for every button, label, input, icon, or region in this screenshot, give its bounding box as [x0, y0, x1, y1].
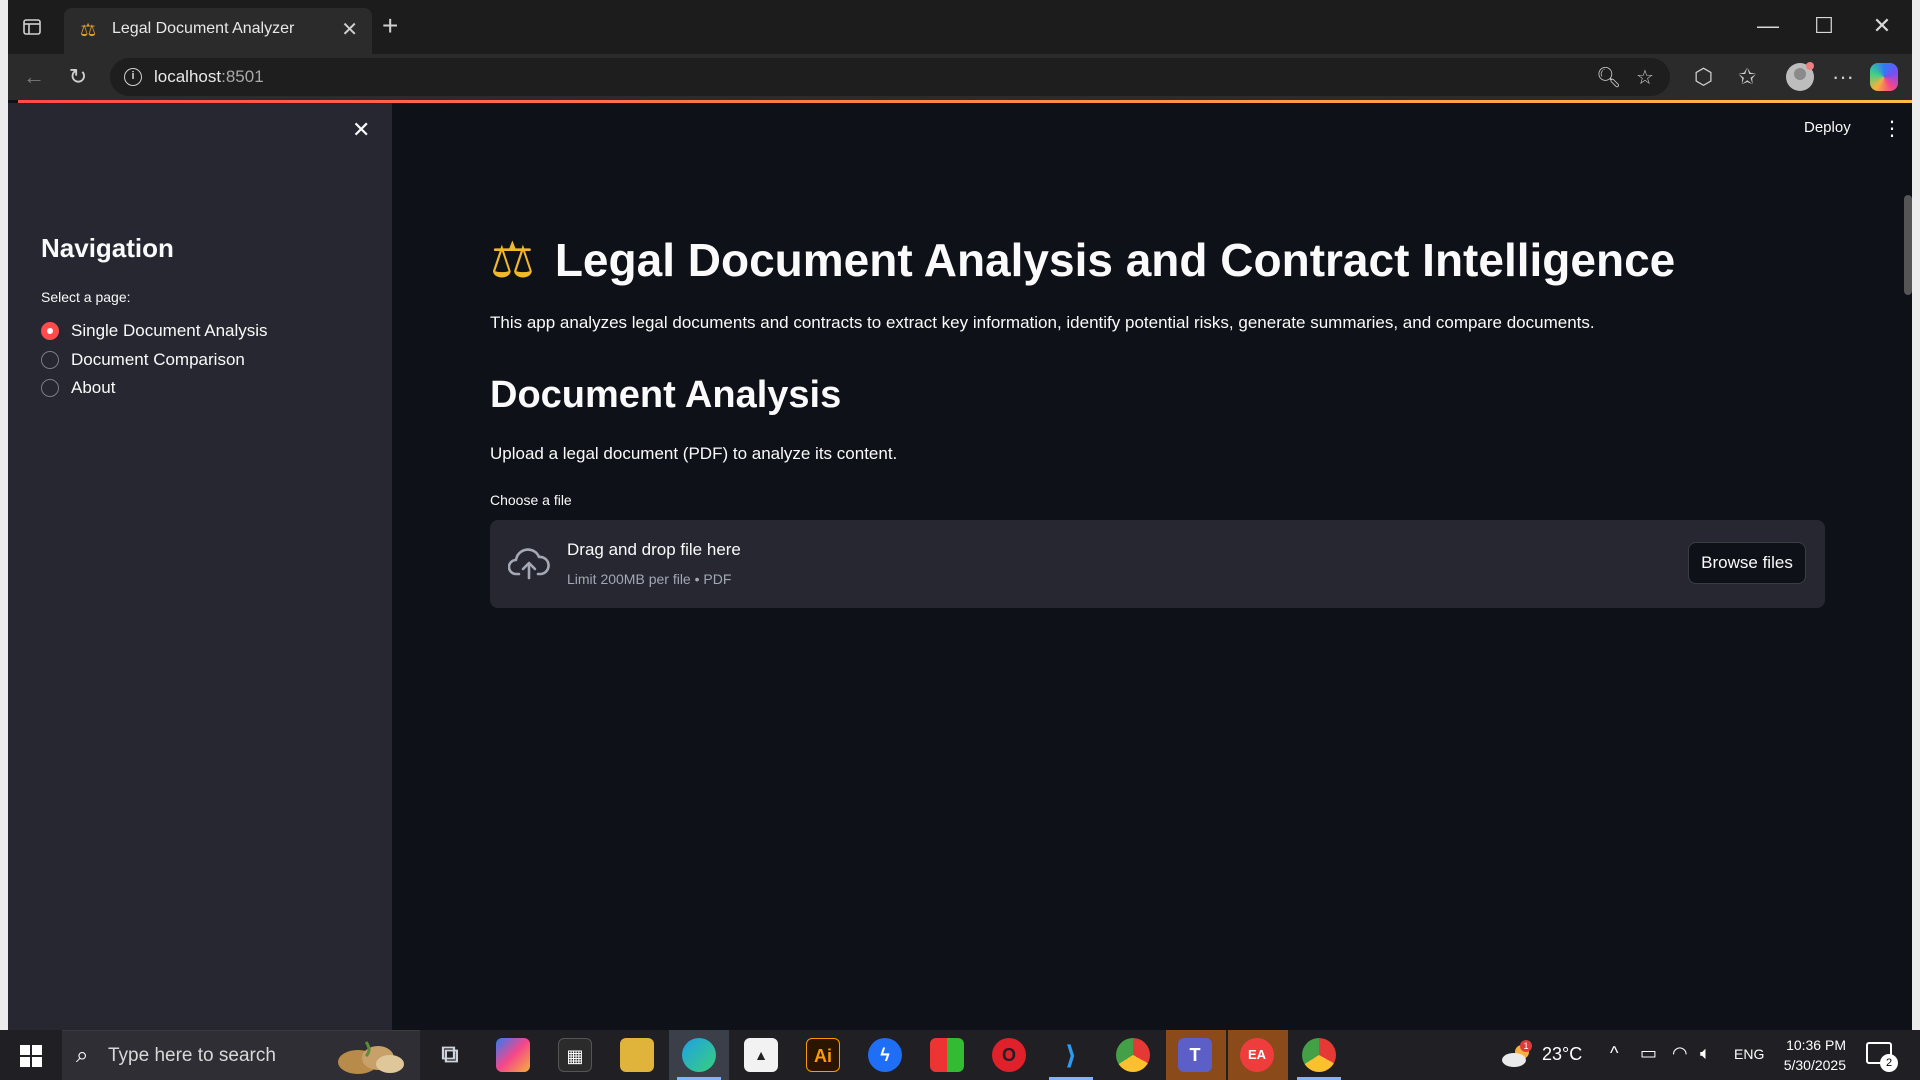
file-uploader-label: Choose a file — [490, 492, 572, 508]
temperature[interactable]: 23°C — [1542, 1044, 1582, 1065]
site-info-icon[interactable]: i — [124, 68, 142, 86]
cloud-upload-icon — [508, 548, 550, 580]
address-bar[interactable]: i localhost:8501 🔍︎ ☆ — [110, 58, 1670, 96]
scales-favicon-icon: ⚖ — [80, 20, 97, 40]
deploy-button[interactable]: Deploy — [1804, 119, 1851, 136]
profile-badge — [1806, 62, 1814, 70]
volume-icon[interactable]: 🔈︎ — [1700, 1043, 1711, 1064]
language-indicator[interactable]: ENG — [1734, 1046, 1764, 1062]
minimize-icon[interactable]: — — [1748, 12, 1788, 42]
clock-date: 5/30/2025 — [1783, 1057, 1846, 1073]
search-highlight-art-icon — [338, 1041, 404, 1074]
edge-icon[interactable] — [682, 1038, 716, 1072]
multicolor-app-icon[interactable] — [930, 1038, 964, 1072]
tab-actions-icon[interactable] — [22, 17, 42, 37]
intro-text: This app analyzes legal documents and co… — [490, 313, 1595, 332]
close-tab-icon[interactable]: ✕ — [341, 20, 358, 40]
ea-app-icon[interactable]: EA — [1240, 1038, 1274, 1072]
close-window-icon[interactable]: ✕ — [1862, 12, 1902, 42]
vscode-icon[interactable]: ⟩ — [1054, 1038, 1088, 1072]
zoom-icon[interactable]: 🔍︎ — [1596, 65, 1621, 90]
store-icon[interactable]: ▦ — [558, 1038, 592, 1072]
wifi-icon[interactable]: ◠ — [1672, 1043, 1688, 1064]
show-hidden-icons-icon[interactable]: ^ — [1610, 1043, 1618, 1064]
more-menu-icon[interactable]: ··· — [1832, 63, 1854, 91]
extensions-icon[interactable]: ⬡ — [1694, 63, 1713, 91]
tab-title: Legal Document Analyzer — [112, 20, 295, 37]
search-icon: ⌕ — [76, 1042, 89, 1067]
clock[interactable]: 10:36 PM 5/30/2025 — [1776, 1035, 1846, 1075]
windows-start-icon[interactable] — [20, 1045, 42, 1067]
favorite-star-icon[interactable]: ☆ — [1636, 65, 1654, 90]
radio-selected-icon[interactable] — [41, 322, 59, 340]
file-explorer-icon[interactable] — [620, 1038, 654, 1072]
chrome-profile-icon[interactable] — [1302, 1038, 1336, 1072]
dropzone-limit: Limit 200MB per file • PDF — [567, 571, 732, 587]
page-title: Legal Document Analysis and Contract Int… — [554, 234, 1676, 286]
sidebar-heading: Navigation — [41, 233, 174, 263]
url-text[interactable]: localhost:8501 — [154, 67, 264, 87]
maximize-icon[interactable]: ☐ — [1804, 12, 1844, 42]
radio-single-document-analysis[interactable]: Single Document Analysis — [41, 319, 268, 343]
search-placeholder: Type here to search — [108, 1045, 276, 1066]
address-toolbar: ← ↻ i localhost:8501 🔍︎ ☆ ⬡ ✩ ··· — [8, 54, 1912, 100]
chrome-icon[interactable] — [1116, 1038, 1150, 1072]
close-sidebar-icon[interactable]: ✕ — [352, 117, 370, 143]
clock-time: 10:36 PM — [1786, 1037, 1846, 1053]
copilot-icon[interactable] — [1870, 63, 1898, 91]
favorites-icon[interactable]: ✩ — [1738, 63, 1756, 91]
back-icon[interactable]: ← — [20, 63, 48, 91]
sidebar: ✕ Navigation Select a page: Single Docum… — [8, 103, 392, 1030]
page-scrollbar[interactable] — [1904, 195, 1912, 295]
illustrator-icon[interactable]: Ai — [806, 1038, 840, 1072]
page-title-row: ⚖ Legal Document Analysis and Contract I… — [490, 232, 1675, 288]
notification-count: 2 — [1880, 1054, 1898, 1072]
radio-unselected-icon[interactable] — [41, 351, 59, 369]
dropzone-title: Drag and drop file here — [567, 540, 741, 559]
messenger-icon[interactable]: ϟ — [868, 1038, 902, 1072]
file-dropzone[interactable]: Drag and drop file here Limit 200MB per … — [490, 520, 1825, 608]
radio-label: Document Comparison — [71, 350, 245, 369]
browser-window: ⚖ Legal Document Analyzer ✕ + — ☐ ✕ ← ↻ … — [8, 0, 1912, 1030]
radio-label: Single Document Analysis — [71, 321, 268, 340]
section-heading: Document Analysis — [490, 374, 842, 416]
new-tab-icon[interactable]: + — [382, 12, 398, 40]
refresh-icon[interactable]: ↻ — [64, 63, 92, 91]
tab-strip: ⚖ Legal Document Analyzer ✕ + — ☐ ✕ — [8, 0, 1912, 54]
browse-files-button[interactable]: Browse files — [1688, 542, 1806, 584]
radio-document-comparison[interactable]: Document Comparison — [41, 348, 245, 372]
teams-icon[interactable]: T — [1178, 1038, 1212, 1072]
radio-about[interactable]: About — [41, 376, 115, 400]
select-page-label: Select a page: — [41, 289, 131, 305]
opera-icon[interactable]: O — [992, 1038, 1026, 1072]
task-view-icon[interactable]: ⧉ — [433, 1038, 467, 1072]
radio-unselected-icon[interactable] — [41, 379, 59, 397]
copilot-taskbar-icon[interactable] — [496, 1038, 530, 1072]
radio-label: About — [71, 378, 116, 397]
tab-legal-document-analyzer[interactable]: ⚖ Legal Document Analyzer ✕ — [64, 8, 372, 54]
app-icon[interactable]: ▲ — [744, 1038, 778, 1072]
battery-icon[interactable]: ▭ — [1640, 1043, 1657, 1064]
weather-alert-badge: 1 — [1520, 1040, 1532, 1052]
taskbar-search[interactable]: ⌕ Type here to search — [62, 1030, 420, 1080]
scales-icon: ⚖ — [490, 232, 535, 288]
upload-instructions: Upload a legal document (PDF) to analyze… — [490, 444, 898, 463]
main-menu-icon[interactable]: ⋮ — [1882, 116, 1902, 141]
